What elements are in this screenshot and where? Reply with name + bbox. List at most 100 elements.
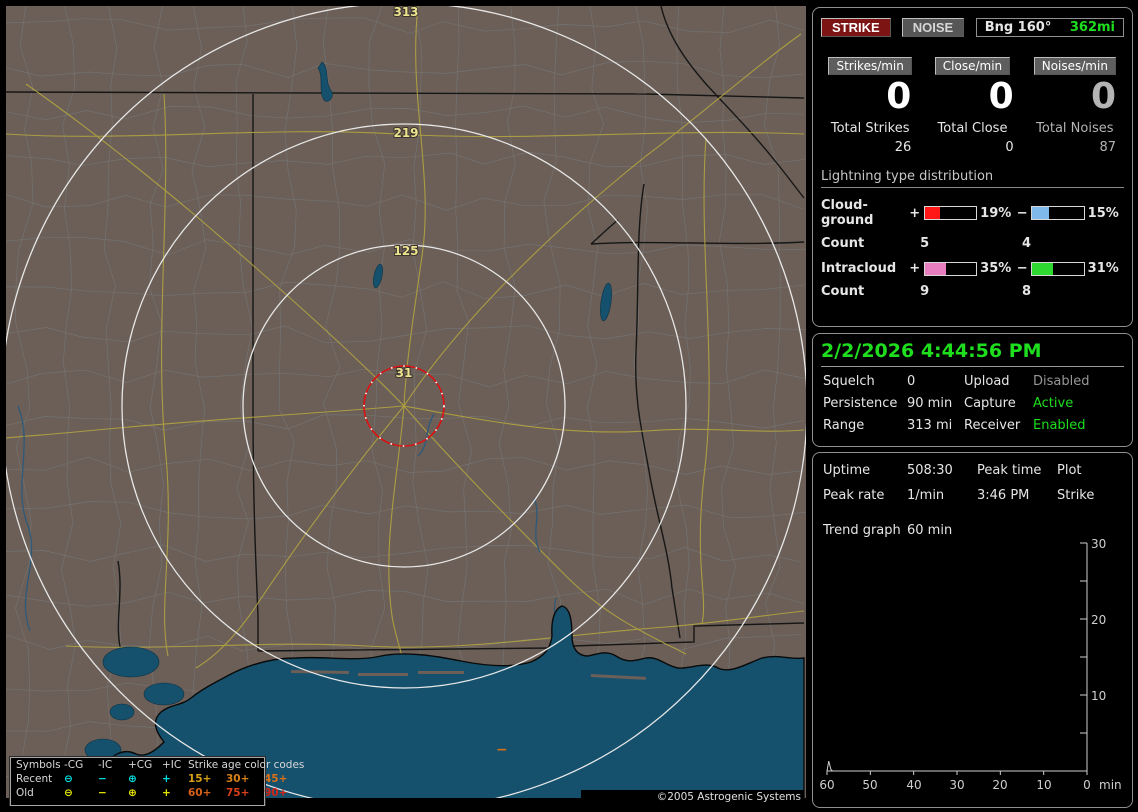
- ic-negative-count: 8: [1022, 284, 1032, 299]
- age-30: 30+: [226, 773, 250, 785]
- x-tick-60: 60: [819, 778, 834, 792]
- lightning-map[interactable]: 313 219 125 31 − Symbols -CG -IC +CG +IC…: [6, 6, 806, 806]
- strike-marker-ic-old: −: [496, 742, 508, 758]
- cg-negative-bar: [1031, 206, 1085, 220]
- close-counter: Close/min 0 Total Close 0: [921, 55, 1023, 155]
- strike-counter-panel: STRIKE NOISE Bng 160° 362mi Strikes/min …: [812, 7, 1133, 327]
- bearing-label: Bng 160°: [984, 20, 1052, 35]
- neg-ic-old-icon: −: [98, 787, 107, 799]
- squelch-label: Squelch: [823, 374, 875, 389]
- age-75: 75+: [226, 787, 250, 799]
- range-value: 313 mi: [907, 418, 953, 433]
- total-strikes-label: Total Strikes: [830, 121, 910, 136]
- total-noises-label: Total Noises: [1036, 121, 1114, 136]
- app-window: { "header": {"strike_button": "STRIKE", …: [0, 0, 1138, 812]
- cloud-ground-count-row: Count 5 4: [821, 236, 1124, 251]
- minus-sign: −: [1016, 261, 1028, 276]
- total-close-label: Total Close: [937, 121, 1008, 136]
- age-90: 90+: [264, 787, 288, 799]
- neg-cg-old-icon: ⊖: [64, 787, 73, 799]
- pos-cg-old-icon: ⊕: [128, 787, 137, 799]
- strikes-per-min-label: Strikes/min: [828, 57, 912, 75]
- peak-rate-value: 1/min: [907, 488, 945, 503]
- x-tick-20: 20: [992, 778, 1007, 792]
- x-tick-30: 30: [949, 778, 964, 792]
- count-label: Count: [821, 236, 865, 251]
- noises-per-min-label: Noises/min: [1033, 57, 1116, 75]
- uptime-row: Uptime 508:30 Peak time Plot: [813, 463, 1132, 478]
- plus-sign: +: [909, 205, 921, 221]
- cloud-ground-row: Cloud-ground + 19% − 15%: [821, 198, 1124, 228]
- legend-age-header: Strike age color codes: [188, 759, 305, 771]
- peak-time-label: Peak time: [977, 463, 1042, 478]
- bearing-distance: 362mi: [1069, 20, 1115, 35]
- cg-negative-count: 4: [1022, 236, 1032, 251]
- intracloud-count-row: Count 9 8: [821, 284, 1124, 299]
- legend-symbols-header: Symbols: [16, 759, 61, 771]
- legend-old-row: Old ⊖ − ⊕ + 60+ 75+ 90+: [11, 786, 287, 800]
- x-tick-50: 50: [862, 778, 877, 792]
- total-close-value: 0: [1005, 140, 1014, 155]
- ring-label-219: 219: [393, 126, 418, 140]
- distribution-title: Lightning type distribution: [821, 169, 1124, 188]
- minus-sign: −: [1016, 205, 1028, 221]
- intracloud-label: Intracloud: [821, 261, 897, 276]
- lightning-distribution: Lightning type distribution Cloud-ground…: [821, 169, 1124, 299]
- upload-label: Upload: [964, 374, 1010, 389]
- map-canvas: 313 219 125 31 −: [6, 6, 806, 806]
- upload-status: Disabled: [1033, 374, 1090, 389]
- trend-graph-row: Trend graph 60 min: [813, 523, 1132, 538]
- x-tick-40: 40: [906, 778, 921, 792]
- strikes-per-min-value: 0: [886, 76, 912, 117]
- x-tick-0: 0: [1083, 778, 1091, 792]
- uptime-value: 508:30: [907, 463, 953, 478]
- ic-negative-pct: 31%: [1087, 261, 1119, 276]
- trend-window-value: 60 min: [907, 523, 953, 538]
- ring-label-31: 31: [396, 366, 413, 380]
- peak-rate-row: Peak rate 1/min 3:46 PM Strike: [813, 488, 1132, 503]
- persistence-value: 90 min: [907, 396, 953, 411]
- ic-positive-count: 9: [920, 284, 930, 299]
- bearing-readout: Bng 160° 362mi: [975, 18, 1124, 37]
- y-tick-30: 30: [1091, 539, 1106, 551]
- noises-per-min-value: 0: [1090, 76, 1116, 117]
- plot-mode-value: Strike: [1057, 488, 1095, 503]
- capture-label: Capture: [964, 396, 1016, 411]
- cg-positive-count: 5: [920, 236, 930, 251]
- close-per-min-label: Close/min: [934, 57, 1011, 75]
- capture-status: Active: [1033, 396, 1074, 411]
- peak-rate-label: Peak rate: [823, 488, 885, 503]
- trend-graph-label: Trend graph: [823, 523, 901, 538]
- legend-col-pos-ic: +IC: [162, 759, 182, 771]
- total-strikes-value: 26: [894, 140, 912, 155]
- y-tick-20: 20: [1091, 613, 1106, 627]
- age-45: 45+: [264, 773, 288, 785]
- total-noises-value: 87: [1099, 140, 1116, 155]
- count-label: Count: [821, 284, 865, 299]
- noise-tab-button[interactable]: NOISE: [901, 18, 965, 37]
- axis-ticks: [826, 542, 1088, 775]
- copyright-text: ©2005 Astrogenic Systems: [581, 790, 804, 805]
- plus-sign: +: [909, 261, 921, 276]
- legend-old-label: Old: [16, 787, 34, 799]
- x-tick-10: 10: [1036, 778, 1051, 792]
- map-legend: Symbols -CG -IC +CG +IC Strike age color…: [9, 756, 304, 806]
- plot-label: Plot: [1057, 463, 1082, 478]
- age-15: 15+: [188, 773, 212, 785]
- legend-header-row: Symbols -CG -IC +CG +IC Strike age color…: [11, 758, 304, 772]
- strike-tab-button[interactable]: STRIKE: [821, 18, 891, 37]
- ic-negative-bar: [1031, 261, 1085, 276]
- persistence-row: Persistence 90 min Capture Active: [813, 396, 1132, 411]
- ic-positive-bar: [923, 261, 978, 276]
- datetime-display: 2/2/2026 4:44:56 PM: [821, 340, 1124, 367]
- ring-label-125: 125: [393, 244, 418, 258]
- trend-panel: Uptime 508:30 Peak time Plot Peak rate 1…: [812, 452, 1133, 808]
- legend-recent-row: Recent ⊖ − ⊕ + 15+ 30+ 45+: [11, 772, 287, 786]
- cg-positive-bar: [923, 206, 978, 220]
- cg-negative-pct: 15%: [1087, 205, 1119, 221]
- neg-ic-recent-icon: −: [98, 773, 107, 785]
- y-tick-10: 10: [1091, 689, 1106, 703]
- cg-positive-pct: 19%: [980, 205, 1012, 221]
- range-label: Range: [823, 418, 865, 433]
- receiver-status: Enabled: [1033, 418, 1086, 433]
